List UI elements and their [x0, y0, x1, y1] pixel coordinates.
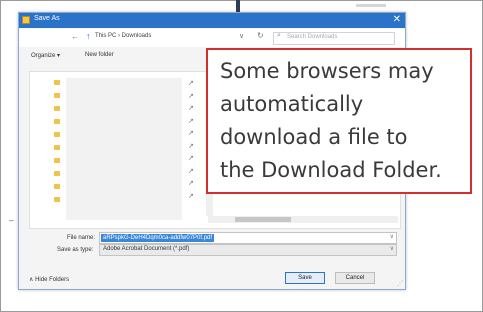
- callout-line: the Download Folder.: [220, 158, 442, 182]
- save-button[interactable]: Save: [285, 272, 325, 284]
- background-stem: [236, 0, 240, 12]
- pin-icon[interactable]: ↗: [188, 166, 198, 179]
- file-name-value[interactable]: aRPspkG-DeH4Dqm0ca-addfw07P0f.pdf: [101, 234, 215, 242]
- up-arrow-icon[interactable]: ↑: [86, 31, 91, 41]
- save-as-type-label: Save as type:: [57, 247, 94, 253]
- horizontal-scrollbar-thumb[interactable]: [235, 217, 291, 222]
- resize-grip-icon[interactable]: ⋰: [397, 280, 403, 287]
- pin-icon[interactable]: ↗: [188, 91, 198, 104]
- folder-icon-column: [54, 80, 64, 220]
- chevron-down-icon[interactable]: ∨: [390, 245, 394, 252]
- chevron-down-icon[interactable]: ∨: [239, 32, 244, 40]
- search-placeholder: Search Downloads: [287, 34, 338, 40]
- folder-icon[interactable]: [54, 197, 60, 202]
- title-bar: Save As ✕: [19, 13, 405, 28]
- pin-icon[interactable]: ↗: [188, 191, 198, 204]
- pin-icon-column: ↗ ↗ ↗ ↗ ↗ ↗ ↗ ↗ ↗ ↗: [188, 78, 198, 214]
- callout-line: download a file to: [220, 125, 408, 149]
- file-name-label: File name:: [67, 235, 96, 241]
- folder-icon: [22, 16, 30, 24]
- callout-line: Some browsers may: [220, 59, 434, 83]
- folder-icon[interactable]: [54, 171, 60, 176]
- hide-folders-toggle[interactable]: ∧ Hide Folders: [29, 276, 69, 283]
- folder-list[interactable]: [66, 78, 182, 220]
- folder-icon[interactable]: [54, 158, 60, 163]
- pin-icon[interactable]: ↗: [188, 178, 198, 191]
- hide-folders-label: Hide Folders: [35, 277, 70, 283]
- folder-icon[interactable]: [54, 145, 60, 150]
- save-as-type-value: Adobe Acrobat Document (*.pdf): [103, 246, 190, 252]
- dialog-title: Save As: [34, 15, 60, 22]
- file-name-field[interactable]: aRPspkG-DeH4Dqm0ca-addfw07P0f.pdf ∨: [99, 232, 397, 244]
- breadcrumb[interactable]: This PC › Downloads: [95, 33, 151, 39]
- pin-icon[interactable]: ↗: [188, 153, 198, 166]
- folder-icon[interactable]: [54, 106, 60, 111]
- pin-icon[interactable]: ↗: [188, 128, 198, 141]
- pin-icon[interactable]: ↗: [188, 141, 198, 154]
- background-dash: –: [9, 216, 14, 225]
- callout-line: automatically: [220, 92, 364, 116]
- folder-icon[interactable]: [54, 184, 60, 189]
- cancel-button[interactable]: Cancel: [335, 272, 375, 284]
- pin-icon[interactable]: ↗: [188, 103, 198, 116]
- refresh-icon[interactable]: ↻: [257, 31, 264, 40]
- search-icon: ⌕: [277, 32, 281, 39]
- organize-menu[interactable]: Organize ▾: [31, 52, 60, 59]
- back-arrow-icon[interactable]: ←: [71, 32, 79, 41]
- chevron-down-icon[interactable]: ∨: [390, 233, 394, 240]
- new-folder-button[interactable]: New folder: [85, 52, 114, 58]
- folder-icon[interactable]: [54, 119, 60, 124]
- pin-icon[interactable]: ↗: [188, 78, 198, 91]
- folder-icon[interactable]: [54, 132, 60, 137]
- close-icon[interactable]: ✕: [393, 14, 401, 26]
- folder-icon[interactable]: [54, 80, 60, 85]
- search-input[interactable]: ⌕ Search Downloads: [273, 32, 395, 45]
- folder-icon[interactable]: [54, 93, 60, 98]
- save-as-type-select[interactable]: Adobe Acrobat Document (*.pdf) ∨: [99, 244, 397, 256]
- background-smudge: [356, 4, 386, 7]
- address-bar: ← ↑ This PC › Downloads ∨ ↻ ⌕ Search Dow…: [19, 29, 405, 47]
- pin-icon[interactable]: ↗: [188, 116, 198, 129]
- callout-box: Some browsers may automatically download…: [206, 48, 472, 194]
